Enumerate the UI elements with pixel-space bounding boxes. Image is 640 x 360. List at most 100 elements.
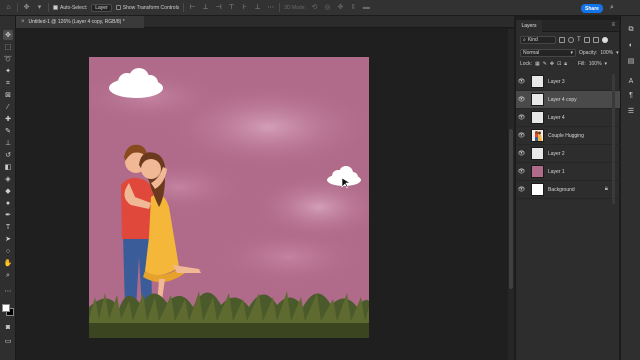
chevron-down-icon[interactable]: ▾ [35,3,44,12]
align-top-icon[interactable]: ⊤ [227,3,236,12]
blur-tool-icon[interactable]: ◆ [3,186,13,196]
smart-object-filter-icon[interactable] [592,37,599,43]
path-selection-icon[interactable]: ➤ [3,234,13,244]
more-icon[interactable]: ⋯ [266,3,275,12]
chevron-down-icon[interactable]: ▾ [605,61,608,67]
filter-kind-label: Kind [527,37,538,43]
roll-3d-icon[interactable]: ◎ [323,3,332,12]
lock-position-icon[interactable]: ✥ [550,61,554,67]
layer-row[interactable]: 👁︎ Layer 2 [516,145,620,163]
panel-menu-icon[interactable]: ≡ [611,22,615,28]
layer-row[interactable]: 👁︎ Couple Hugging [516,127,620,145]
lock-transparent-icon[interactable]: ▦ [535,61,540,67]
align-center-icon[interactable]: ⊥ [201,3,210,12]
show-transform-option[interactable]: Show Transform Controls [115,5,179,11]
layers-scrollbar[interactable] [612,74,615,204]
lock-image-icon[interactable]: ✎ [543,61,547,67]
visibility-eye-icon[interactable]: 👁︎ [516,96,527,103]
layer-list: 👁︎ Layer 3 👁︎ Layer 4 copy 👁︎ Layer 4 👁︎ [516,73,620,199]
pen-tool-icon[interactable]: ✒ [3,210,13,220]
scrollbar-thumb[interactable] [509,129,513,289]
divider [183,3,185,12]
hand-tool-icon[interactable]: ✋ [3,258,13,268]
visibility-eye-icon[interactable]: 👁︎ [516,186,527,193]
document-canvas[interactable] [89,57,369,338]
auto-select-checkbox[interactable] [53,5,58,10]
slide-3d-icon[interactable]: ⇕ [349,3,358,12]
clone-stamp-icon[interactable]: ⊥ [3,138,13,148]
zoom-tool-icon[interactable]: ⌕ [3,270,13,280]
align-left-icon[interactable]: ⊢ [188,3,197,12]
scale-3d-icon[interactable]: ▬ [362,3,371,12]
eraser-tool-icon[interactable]: ◧ [3,162,13,172]
eyedropper-icon[interactable]: ⁄ [3,102,13,112]
pixel-filter-icon[interactable] [559,37,565,43]
history-brush-icon[interactable]: ↺ [3,150,13,160]
adjustment-filter-icon[interactable] [568,37,574,43]
visibility-eye-icon[interactable]: 👁︎ [516,132,527,139]
visibility-eye-icon[interactable]: 👁︎ [516,78,527,85]
auto-select-option[interactable]: Auto-Select: [53,5,87,11]
fill-value[interactable]: 100% [589,61,602,67]
filter-toggle-icon[interactable] [601,37,608,43]
close-icon[interactable]: × [21,19,25,25]
lock-all-icon[interactable]: 🔒︎ [564,61,567,67]
tab-layers[interactable]: Layers [516,20,542,32]
type-tool-icon[interactable]: T [3,222,13,232]
shape-filter-icon[interactable] [583,37,590,43]
document-tab[interactable]: × Untitled-1 @ 126% (Layer 4 copy, RGB/8… [16,16,144,28]
visibility-eye-icon[interactable]: 👁︎ [516,114,527,121]
quick-mask-icon[interactable]: ◙ [3,322,13,332]
orbit-3d-icon[interactable]: ⟲ [310,3,319,12]
dodge-tool-icon[interactable]: ● [3,198,13,208]
align-bottom-icon[interactable]: ⊥ [253,3,262,12]
vertical-scrollbar[interactable] [508,29,514,360]
crop-tool-icon[interactable]: ⌗ [3,78,13,88]
pan-3d-icon[interactable]: ✥ [336,3,345,12]
character-icon[interactable]: A [626,76,636,86]
marquee-tool-icon[interactable]: ⬚ [3,42,13,52]
home-icon[interactable]: ⌂ [4,3,13,12]
adjustments-icon[interactable]: ☰ [626,106,636,116]
lock-artboard-icon[interactable]: ⊡ [557,61,561,67]
magic-wand-icon[interactable]: ✦ [3,66,13,76]
visibility-eye-icon[interactable]: 👁︎ [516,168,527,175]
libraries-icon[interactable]: ▤ [626,56,636,66]
layer-thumbnail [531,165,544,178]
search-icon[interactable]: ⌕ [607,3,617,13]
layer-row[interactable]: 👁︎ Layer 3 [516,73,620,91]
opacity-value[interactable]: 100% [600,50,613,56]
layer-name: Couple Hugging [548,132,584,139]
auto-select-target-select[interactable]: Layer [91,3,112,12]
lasso-tool-icon[interactable]: ➰ [3,54,13,64]
layer-row[interactable]: 👁︎ Layer 4 [516,109,620,127]
layer-row[interactable]: 👁︎ Background 🔒︎ [516,181,620,199]
filter-kind-select[interactable]: ⌕ Kind [520,36,556,44]
more-tools-icon[interactable]: ⋯ [3,286,13,296]
screen-mode-icon[interactable]: ▭ [3,336,13,346]
show-transform-checkbox[interactable] [115,5,121,10]
move-tool-icon[interactable]: ✥ [3,30,13,40]
learn-icon[interactable]: ⧉ [626,24,636,34]
paint-bucket-icon[interactable]: ◈ [3,174,13,184]
type-filter-icon[interactable]: T [577,37,581,43]
align-right-icon[interactable]: ⊣ [214,3,223,12]
lock-icon[interactable]: 🔒︎ [605,186,608,193]
blend-mode-select[interactable]: Normal ▾ [520,49,576,57]
chevron-down-icon[interactable]: ▾ [616,50,619,56]
brush-tool-icon[interactable]: ✎ [3,126,13,136]
color-swatches[interactable] [2,304,14,316]
search-icon: ⌕ [523,37,526,43]
visibility-eye-icon[interactable]: 👁︎ [516,150,527,157]
layer-row-selected[interactable]: 👁︎ Layer 4 copy [516,91,620,109]
share-button[interactable]: Share [581,4,603,13]
layer-row[interactable]: 👁︎ Layer 1 [516,163,620,181]
frame-tool-icon[interactable]: ⊠ [3,90,13,100]
align-middle-icon[interactable]: ⊦ [240,3,249,12]
healing-brush-icon[interactable]: ✚ [3,114,13,124]
shape-tool-icon[interactable]: ○ [3,246,13,256]
paragraph-icon[interactable]: ¶ [626,90,636,100]
color-icon[interactable]: ◐ [626,40,636,50]
foreground-color-swatch[interactable] [2,304,10,312]
move-tool-icon[interactable]: ✥ [22,3,31,12]
